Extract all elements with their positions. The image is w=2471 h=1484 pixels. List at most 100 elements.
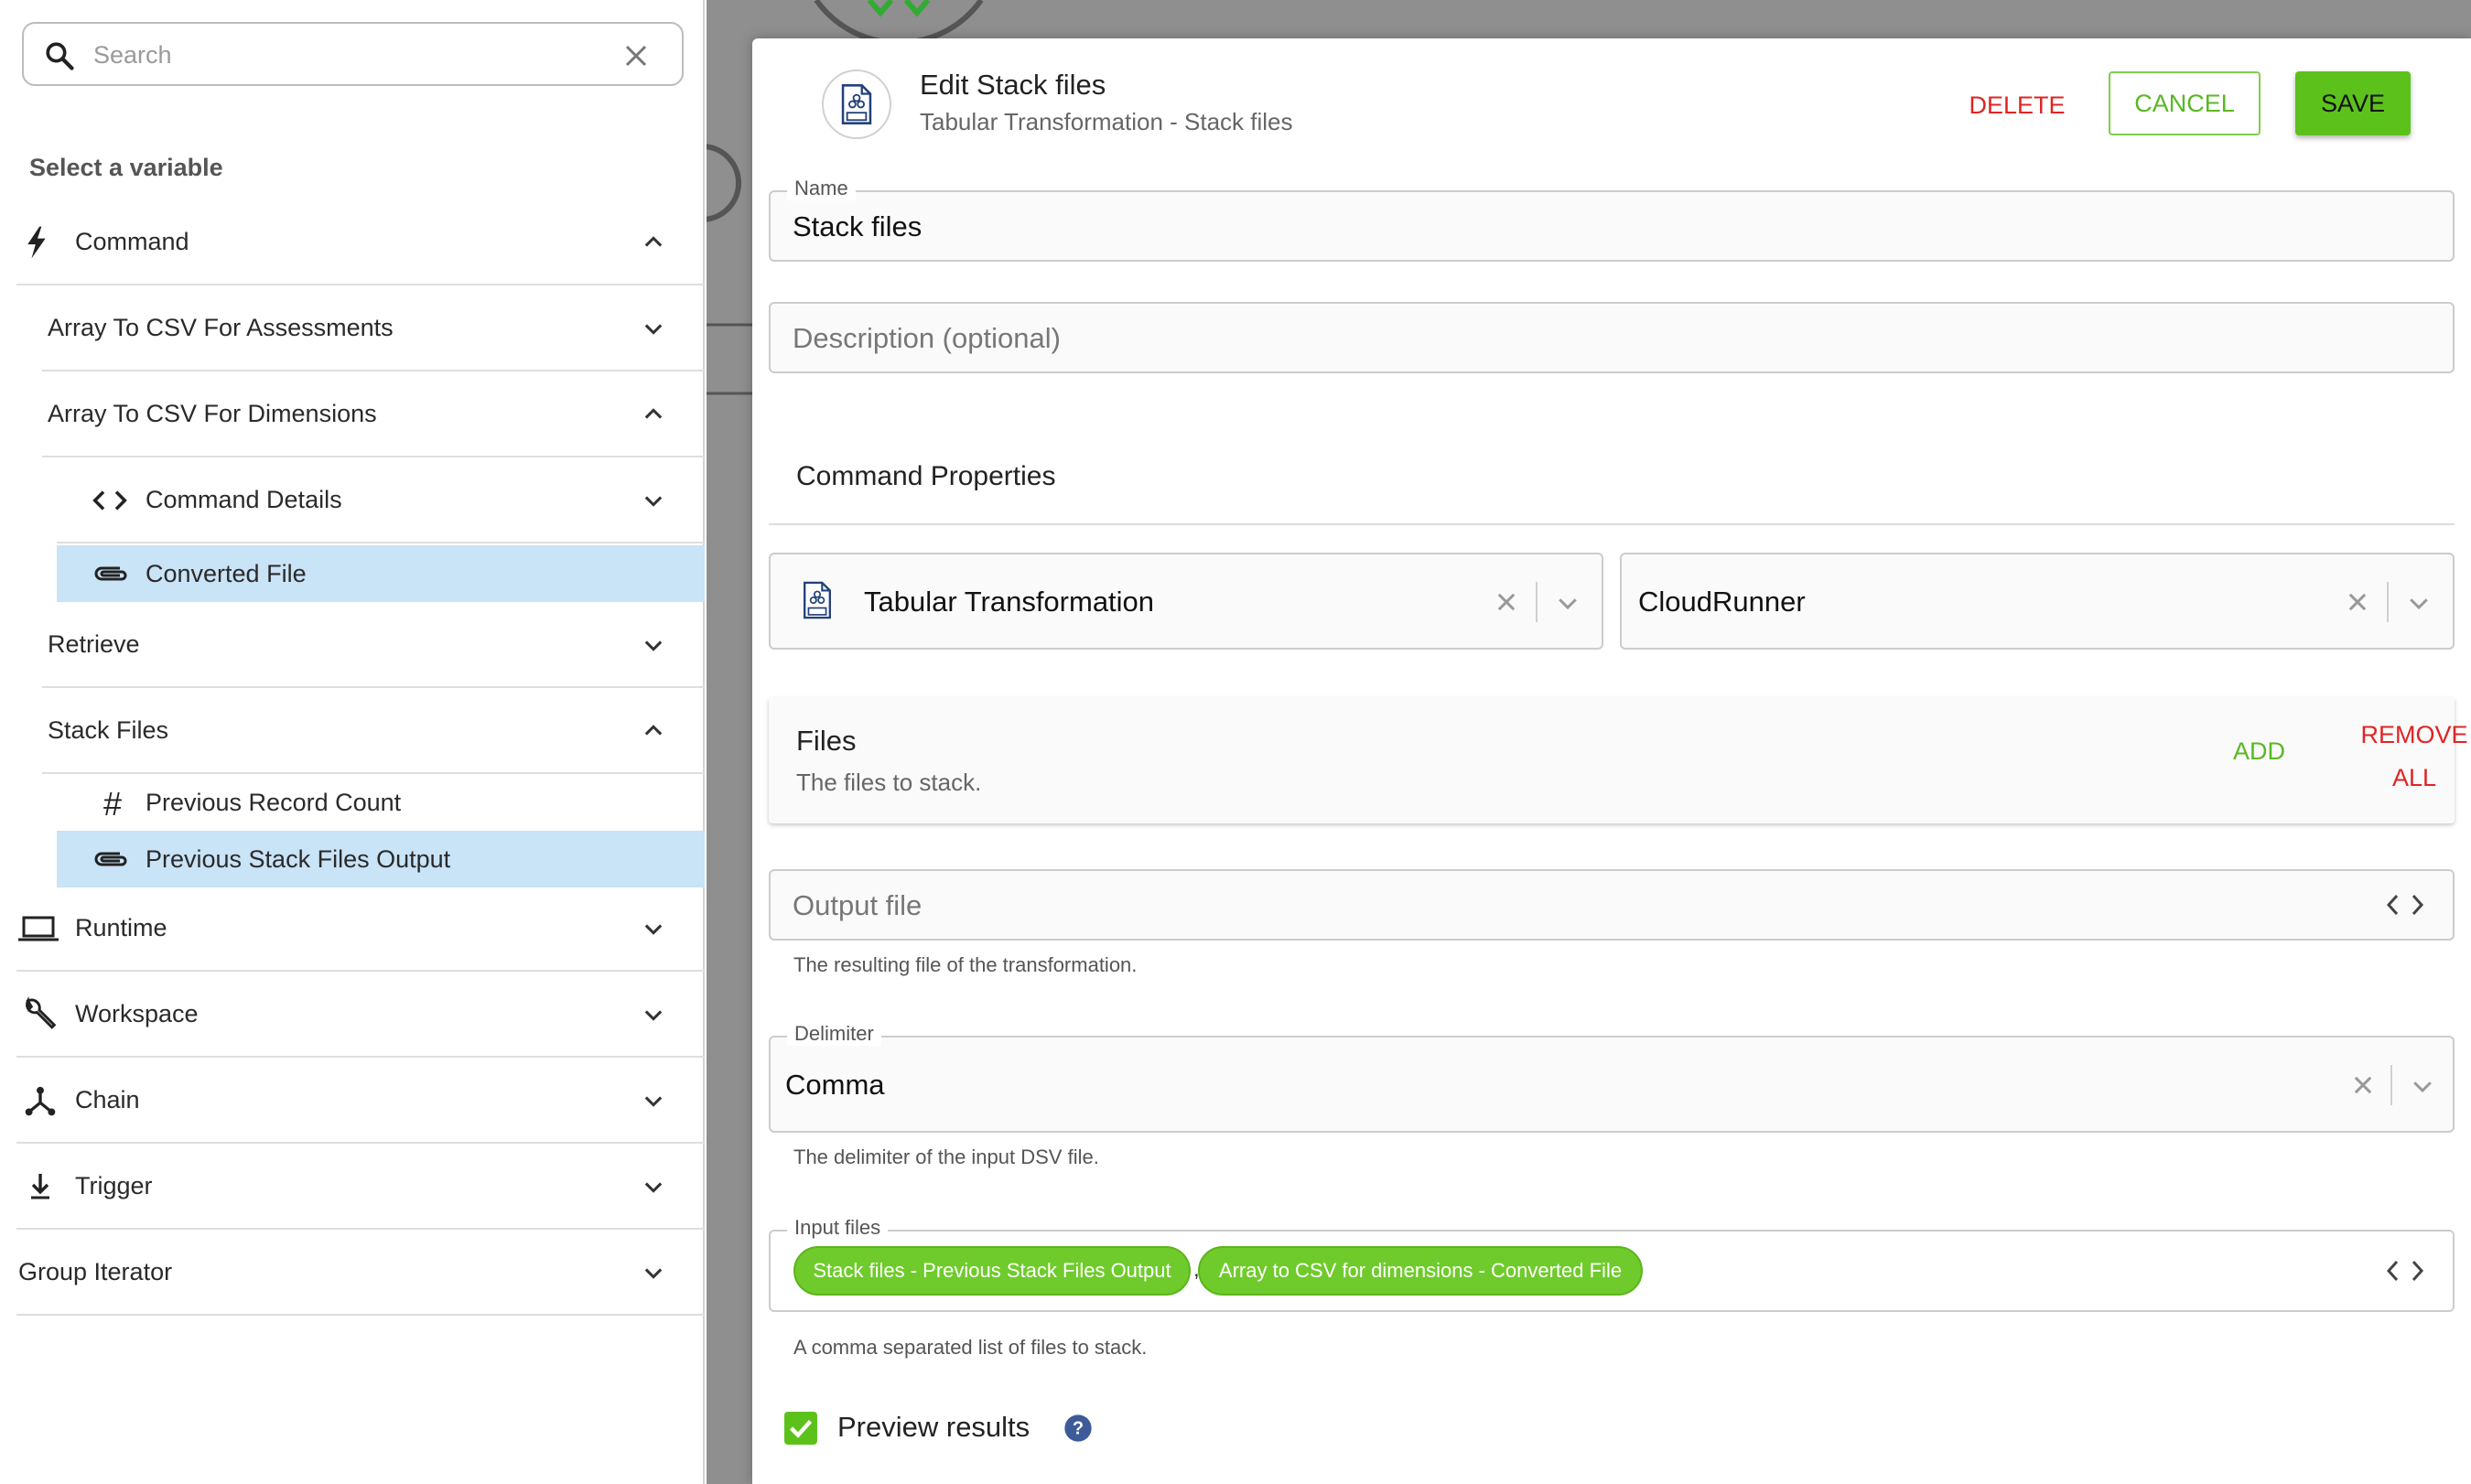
chevron-down-icon[interactable]	[1554, 589, 1581, 617]
sidebar-item-label: Stack Files	[48, 715, 169, 744]
code-icon[interactable]	[2385, 1257, 2425, 1285]
code-icon[interactable]	[2385, 891, 2425, 919]
chevron-down-icon[interactable]	[2409, 1072, 2436, 1100]
select-separator	[1536, 582, 1538, 622]
wrench-icon	[20, 995, 59, 1034]
tabular-transformation-icon	[822, 70, 891, 139]
edit-title: Edit Stack files	[920, 69, 1106, 101]
chevron-down-icon[interactable]	[641, 1174, 666, 1199]
output-file-help: The resulting file of the transformation…	[793, 953, 1138, 976]
command-properties-heading: Command Properties	[796, 461, 1056, 491]
delimiter-value: Comma	[785, 1069, 885, 1101]
sidebar-item-label: Array To CSV For Assessments	[48, 313, 394, 341]
delimiter-label: Delimiter	[787, 1022, 881, 1046]
preview-results-checkbox[interactable]	[784, 1412, 817, 1445]
sidebar-item-label: Workspace	[75, 999, 199, 1027]
variable-panel: Select a variable Command Array To CSV F…	[0, 0, 705, 1484]
files-description: The files to stack.	[796, 769, 982, 796]
delimiter-select[interactable]: Delimiter Comma	[769, 1022, 2455, 1133]
sidebar-item-array-to-csv-dimensions[interactable]: Array To CSV For Dimensions	[42, 371, 705, 457]
name-value[interactable]: Stack files	[793, 210, 922, 243]
preview-results-label: Preview results	[837, 1411, 1030, 1443]
search-icon	[46, 42, 74, 70]
chevron-down-icon[interactable]	[641, 1088, 666, 1113]
hash-icon: #	[103, 785, 123, 823]
runner-select-value: CloudRunner	[1638, 586, 1806, 618]
chevron-up-icon[interactable]	[641, 230, 666, 255]
chevron-down-icon[interactable]	[641, 316, 666, 341]
sidebar-item-previous-stack-files-output[interactable]: Previous Stack Files Output	[57, 831, 705, 887]
clear-selection-icon[interactable]	[2345, 589, 2370, 615]
sidebar-item-label: Converted File	[146, 559, 307, 587]
command-select-value: Tabular Transformation	[864, 586, 1155, 618]
cancel-button[interactable]: CANCEL	[2109, 71, 2261, 135]
select-variable-heading: Select a variable	[29, 154, 223, 181]
sidebar-item-workspace[interactable]: Workspace	[16, 972, 705, 1058]
chevron-up-icon[interactable]	[641, 402, 666, 427]
input-file-chip[interactable]: Array to CSV for dimensions - Converted …	[1198, 1246, 1643, 1296]
sidebar-item-previous-record-count[interactable]: # Previous Record Count	[57, 774, 705, 831]
select-separator	[2390, 1065, 2392, 1105]
delimiter-help: The delimiter of the input DSV file.	[793, 1145, 1099, 1168]
chevron-down-icon[interactable]	[641, 1260, 666, 1285]
check-icon	[789, 1419, 813, 1438]
sidebar-item-command-details[interactable]: Command Details	[57, 457, 705, 543]
edit-subtitle: Tabular Transformation - Stack files	[920, 108, 1293, 135]
sidebar-item-stack-files[interactable]: Stack Files	[42, 688, 705, 774]
sidebar-item-retrieve[interactable]: Retrieve	[42, 602, 705, 688]
clear-selection-icon[interactable]	[2350, 1072, 2376, 1098]
sidebar-item-trigger[interactable]: Trigger	[16, 1144, 705, 1230]
svg-text:?: ?	[1073, 1419, 1084, 1439]
files-card: Files The files to stack. ADD REMOVE ALL	[769, 697, 2468, 823]
runner-select[interactable]: CloudRunner	[1620, 553, 2455, 650]
sidebar-item-group-iterator[interactable]: Group Iterator	[16, 1230, 705, 1316]
chevron-down-icon[interactable]	[641, 916, 666, 941]
remove-all-files-button[interactable]: REMOVE ALL	[2350, 714, 2471, 800]
chevron-down-icon[interactable]	[641, 1002, 666, 1027]
delete-button[interactable]: DELETE	[1944, 73, 2090, 137]
description-placeholder: Description (optional)	[793, 322, 1061, 354]
chevron-down-icon[interactable]	[641, 488, 666, 513]
search-box[interactable]	[22, 22, 684, 86]
help-icon[interactable]: ?	[1063, 1414, 1093, 1443]
sidebar-item-label: Group Iterator	[18, 1257, 173, 1285]
lightning-icon	[24, 225, 51, 260]
paperclip-icon	[92, 844, 130, 875]
sidebar-item-label: Previous Record Count	[146, 788, 402, 816]
select-separator	[2387, 582, 2389, 622]
clear-search-icon[interactable]	[622, 42, 650, 70]
chevron-down-icon[interactable]	[641, 632, 666, 658]
sidebar-item-label: Command Details	[146, 485, 342, 513]
trigger-icon	[24, 1169, 57, 1204]
sidebar-item-runtime[interactable]: Runtime	[16, 886, 705, 972]
command-select[interactable]: Tabular Transformation	[769, 553, 1603, 650]
description-field[interactable]: Description (optional)	[769, 302, 2455, 373]
sidebar-item-label: Retrieve	[48, 629, 140, 658]
paperclip-icon	[92, 558, 130, 589]
input-file-chip[interactable]: Stack files - Previous Stack Files Outpu…	[793, 1246, 1191, 1296]
sidebar-item-array-to-csv-assessments[interactable]: Array To CSV For Assessments	[42, 285, 705, 371]
input-files-label: Input files	[787, 1216, 889, 1240]
laptop-icon	[18, 913, 59, 944]
sidebar-item-converted-file[interactable]: Converted File	[57, 545, 705, 602]
sidebar-item-chain[interactable]: Chain	[16, 1058, 705, 1144]
code-icon	[92, 485, 128, 516]
clear-selection-icon[interactable]	[1494, 589, 1519, 615]
input-files-help: A comma separated list of files to stack…	[793, 1336, 1148, 1359]
tabular-transformation-icon	[802, 580, 833, 625]
chevron-up-icon[interactable]	[641, 718, 666, 744]
sidebar-item-label: Trigger	[75, 1171, 153, 1199]
output-file-field[interactable]: Output file	[769, 869, 2455, 941]
search-input[interactable]	[93, 35, 606, 75]
sidebar-item-label: Array To CSV For Dimensions	[48, 399, 377, 427]
save-button[interactable]: SAVE	[2295, 71, 2411, 135]
name-label: Name	[787, 177, 856, 200]
chain-icon	[22, 1081, 59, 1120]
chevron-down-icon[interactable]	[2405, 589, 2433, 617]
output-file-placeholder: Output file	[793, 889, 923, 921]
sidebar-item-label: Previous Stack Files Output	[146, 844, 451, 873]
sidebar-item-command[interactable]: Command	[16, 199, 705, 285]
name-field[interactable]: Name Stack files	[769, 177, 2455, 262]
files-title: Files	[796, 725, 857, 757]
add-files-button[interactable]: ADD	[2233, 737, 2285, 766]
